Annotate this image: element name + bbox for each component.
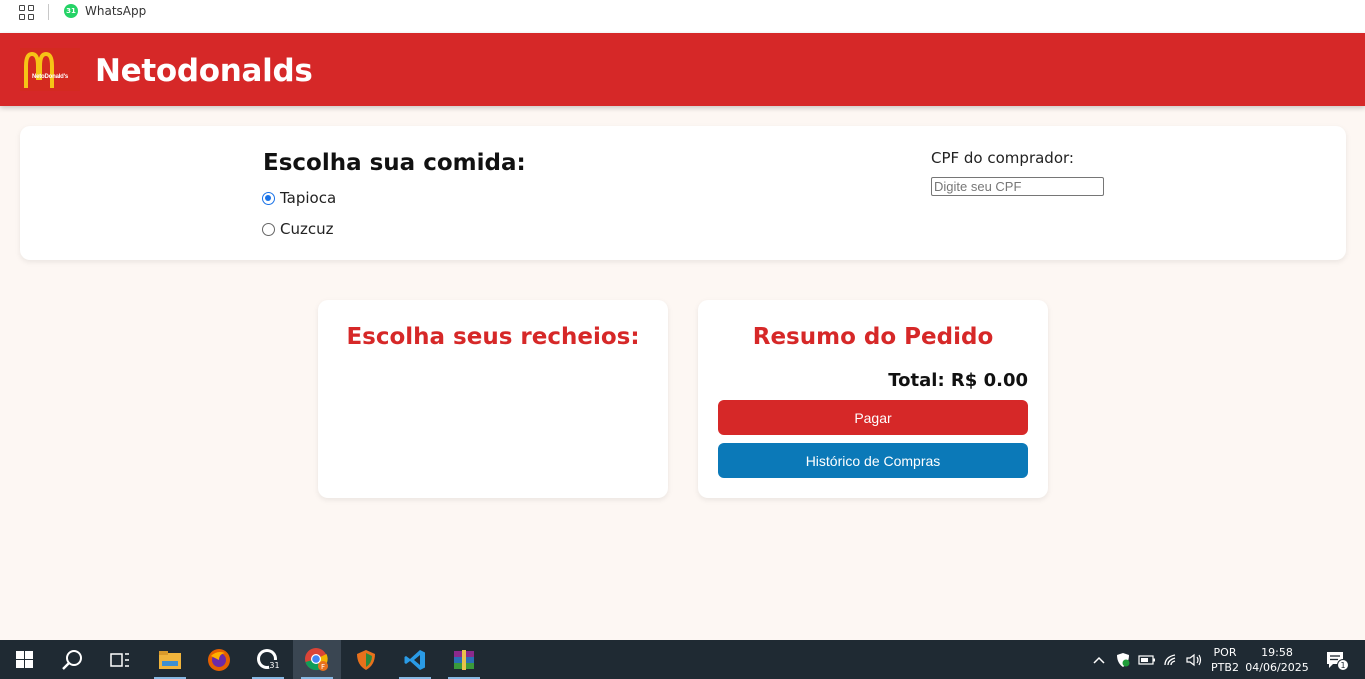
clock-date: 04/06/2025: [1245, 660, 1309, 674]
fillings-card: Escolha seus recheios:: [318, 300, 668, 498]
cpf-label: CPF do comprador:: [931, 149, 1074, 167]
language-code: POR: [1213, 645, 1237, 659]
food-option-cuzcuz[interactable]: Cuzcuz: [262, 220, 333, 238]
purchase-history-button[interactable]: Histórico de Compras: [718, 443, 1028, 478]
wifi-icon[interactable]: [1161, 640, 1181, 679]
language-indicator[interactable]: POR PTB2: [1208, 640, 1242, 679]
app-header: NetoDonald's Netodonalds: [0, 33, 1365, 106]
battery-icon[interactable]: [1137, 640, 1157, 679]
file-explorer-icon[interactable]: [146, 640, 194, 679]
security-shield-icon[interactable]: [1113, 640, 1133, 679]
chrome-icon[interactable]: F: [293, 640, 341, 679]
openvpn-icon[interactable]: [342, 640, 390, 679]
food-section-title: Escolha sua comida:: [263, 150, 526, 176]
notifications-icon[interactable]: 1: [1318, 640, 1354, 679]
notifications-count: 1: [1340, 661, 1345, 670]
whatsapp-taskbar-icon[interactable]: 31: [244, 640, 292, 679]
netodonalds-logo: NetoDonald's: [20, 48, 80, 91]
logo-wordmark: NetoDonald's: [31, 74, 69, 80]
firefox-icon[interactable]: [195, 640, 243, 679]
pay-button[interactable]: Pagar: [718, 400, 1028, 435]
food-option-tapioca[interactable]: Tapioca: [262, 189, 336, 207]
clock[interactable]: 19:58 04/06/2025: [1244, 640, 1310, 679]
chrome-profile-badge: F: [321, 663, 325, 671]
keyboard-layout: PTB2: [1211, 660, 1239, 674]
summary-title: Resumo do Pedido: [752, 324, 994, 350]
bookmark-label: WhatsApp: [85, 4, 147, 18]
tapioca-radio[interactable]: [262, 191, 275, 205]
search-icon[interactable]: [48, 640, 96, 679]
bookmarks-bar: 31 WhatsApp: [0, 0, 1365, 33]
cpf-input[interactable]: [931, 177, 1104, 196]
food-selection-card: Escolha sua comida: Tapioca Cuzcuz CPF d…: [20, 126, 1346, 260]
order-summary-card: Resumo do Pedido Total: R$ 0.00 Pagar Hi…: [698, 300, 1048, 498]
winrar-icon[interactable]: [440, 640, 488, 679]
vscode-icon[interactable]: [391, 640, 439, 679]
windows-taskbar: 31 F POR PTB2 19:58 04/06/2025 1: [0, 640, 1365, 679]
cuzcuz-radio[interactable]: [262, 222, 275, 236]
show-hidden-icons-chevron-icon[interactable]: [1090, 640, 1108, 679]
cuzcuz-label: Cuzcuz: [280, 220, 334, 238]
apps-grid-icon[interactable]: [19, 5, 34, 20]
whatsapp-badge: 31: [269, 661, 279, 670]
order-total: Total: R$ 0.00: [888, 370, 1028, 391]
fillings-title: Escolha seus recheios:: [346, 324, 640, 350]
bookmark-whatsapp[interactable]: 31 WhatsApp: [64, 4, 146, 18]
bookmarks-separator: [48, 4, 49, 20]
volume-icon[interactable]: [1184, 640, 1204, 679]
tapioca-label: Tapioca: [280, 189, 337, 207]
app-title: Netodonalds: [95, 53, 313, 89]
whatsapp-icon: 31: [64, 4, 78, 18]
clock-time: 19:58: [1261, 645, 1293, 659]
windows-start-icon[interactable]: [0, 640, 48, 679]
task-view-icon[interactable]: [96, 640, 144, 679]
